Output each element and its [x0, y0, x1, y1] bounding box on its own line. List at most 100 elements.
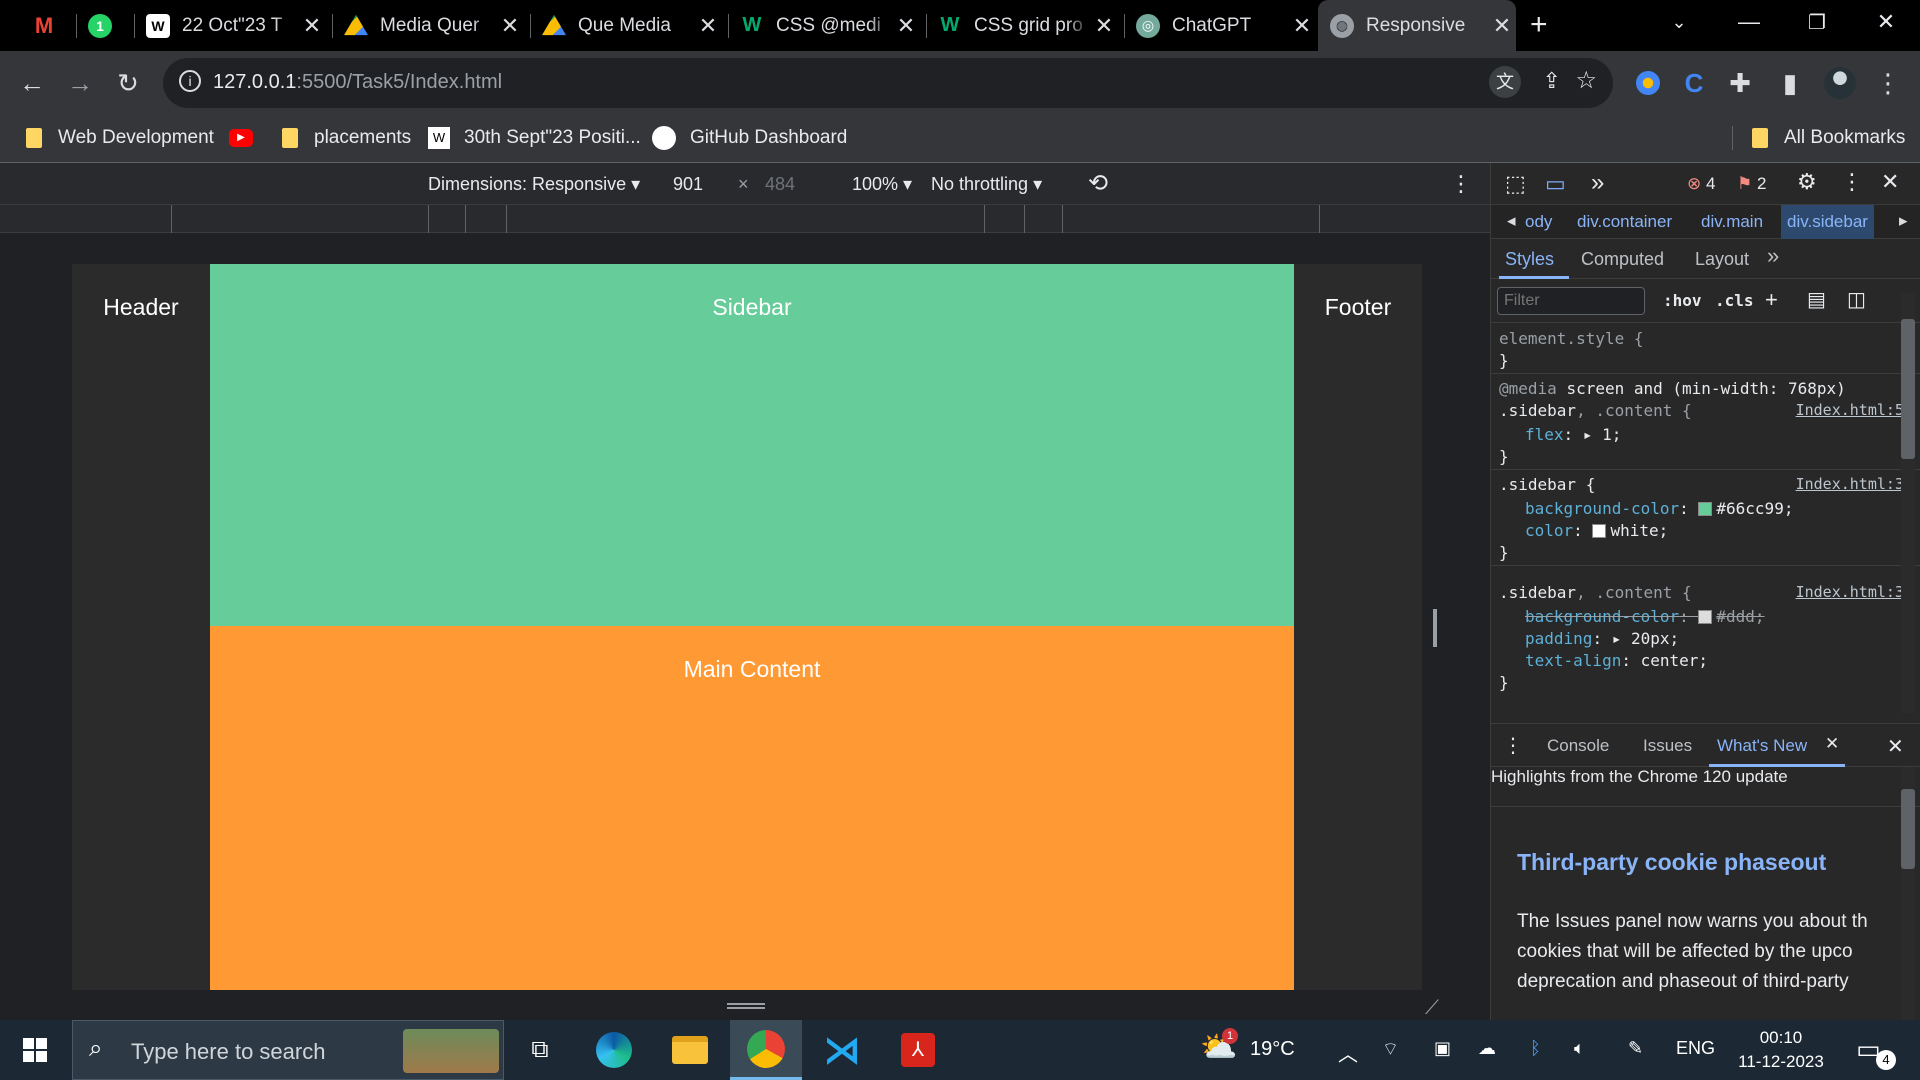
onedrive-icon[interactable]: ☁: [1478, 1038, 1496, 1059]
start-button[interactable]: [0, 1020, 70, 1080]
extension-icon[interactable]: [1626, 61, 1670, 105]
close-devtools-icon[interactable]: ✕: [1881, 169, 1899, 195]
restore-button[interactable]: ❐: [1783, 0, 1851, 44]
css-declaration[interactable]: padding: ▸ 20px;: [1525, 629, 1679, 648]
forward-arrow-icon[interactable]: →: [58, 61, 102, 105]
volume-icon[interactable]: 🔈︎: [1574, 1038, 1585, 1059]
bookmark-github[interactable]: GitHub Dashboard: [652, 124, 847, 152]
new-rule-icon[interactable]: +: [1765, 287, 1778, 313]
drawer-menu-icon[interactable]: ⋮: [1503, 733, 1523, 758]
tab-que-media[interactable]: Que Media ✕: [530, 0, 722, 51]
chevron-up-icon[interactable]: ︿: [1338, 1038, 1358, 1067]
network-icon[interactable]: ⌔: [1382, 1038, 1399, 1061]
info-icon[interactable]: i: [179, 70, 201, 92]
zoom-select[interactable]: 100% ▾: [852, 174, 912, 195]
tab-computed[interactable]: Computed: [1581, 249, 1664, 270]
chrome-icon[interactable]: [730, 1020, 802, 1080]
resize-handle-bottom[interactable]: [727, 1003, 765, 1009]
tab-styles[interactable]: Styles: [1505, 249, 1554, 270]
close-tab-icon[interactable]: ✕: [892, 13, 920, 39]
close-tab-icon[interactable]: ✕: [1090, 13, 1118, 39]
source-link[interactable]: Index.html:53: [1796, 401, 1913, 419]
url-text[interactable]: 127.0.0.1:5500/Task5/Index.html: [213, 71, 502, 94]
tab-css-media[interactable]: W CSS @medi ✕: [728, 0, 920, 51]
minimize-button[interactable]: —: [1715, 0, 1783, 44]
breadcrumb-item-active[interactable]: div.sidebar: [1781, 205, 1874, 239]
task-view-icon[interactable]: ⧉: [504, 1020, 576, 1080]
close-tab-icon[interactable]: ✕: [1488, 13, 1516, 39]
acrobat-icon[interactable]: ⅄: [882, 1020, 954, 1080]
close-window-button[interactable]: ✕: [1852, 0, 1920, 44]
css-declaration[interactable]: flex: ▸ 1;: [1525, 425, 1621, 444]
bookmark-web-development[interactable]: Web Development: [26, 124, 214, 152]
vscode-icon[interactable]: ⋊: [806, 1020, 878, 1080]
cls-toggle[interactable]: .cls: [1715, 291, 1754, 310]
paint-icon[interactable]: ▤: [1807, 287, 1826, 312]
device-options-icon[interactable]: ⋮: [1450, 171, 1472, 197]
resize-corner-icon[interactable]: ⟋: [1425, 997, 1439, 1020]
breadcrumb-item[interactable]: div.main: [1701, 212, 1763, 232]
back-arrow-icon[interactable]: ←: [10, 61, 54, 105]
tab-media-queries[interactable]: Media Quer ✕: [332, 0, 524, 51]
styles-pane-lower[interactable]: .sidebar, .content { Index.html:33 backg…: [1491, 583, 1920, 713]
source-link[interactable]: Index.html:38: [1796, 475, 1913, 493]
tab-oct-post[interactable]: W 22 Oct"23 T ✕: [134, 0, 326, 51]
tab-css-grid[interactable]: W CSS grid pro ✕: [926, 0, 1118, 51]
breadcrumb-item[interactable]: div.container: [1577, 212, 1672, 232]
pen-icon[interactable]: ✎: [1628, 1038, 1643, 1059]
all-bookmarks[interactable]: All Bookmarks: [1752, 124, 1905, 152]
menu-kebab-icon[interactable]: ⋮: [1866, 61, 1910, 105]
side-panel-icon[interactable]: ▮: [1768, 61, 1812, 105]
inspect-icon[interactable]: ⬚: [1505, 171, 1526, 197]
css-declaration[interactable]: background-color: #66cc99;: [1525, 499, 1793, 518]
css-declaration-overridden[interactable]: background-color: #ddd;: [1525, 607, 1765, 626]
breadcrumb-left-icon[interactable]: ◂: [1507, 211, 1516, 231]
hov-toggle[interactable]: :hov: [1663, 291, 1702, 310]
toggle-sidebar-icon[interactable]: ◫: [1847, 287, 1866, 312]
close-tab-icon[interactable]: ✕: [694, 13, 722, 39]
width-input[interactable]: 901: [673, 174, 703, 195]
taskbar-search-box[interactable]: ⌕ Type here to search: [72, 1020, 504, 1080]
source-link[interactable]: Index.html:33: [1796, 583, 1913, 601]
resize-handle-right[interactable]: [1433, 609, 1437, 647]
more-tabs-icon[interactable]: »: [1767, 243, 1779, 269]
media-query-ruler[interactable]: [0, 205, 1490, 233]
height-input[interactable]: 484: [765, 174, 795, 195]
tab-search-icon[interactable]: ⌄: [1645, 0, 1713, 44]
css-declaration[interactable]: color: white;: [1525, 521, 1668, 540]
devtools-menu-icon[interactable]: ⋮: [1841, 169, 1863, 195]
styles-pane[interactable]: element.style { } @media screen and (min…: [1491, 323, 1920, 583]
bookmark-placements[interactable]: placements: [282, 124, 411, 152]
language-indicator[interactable]: ENG: [1676, 1038, 1715, 1059]
whats-new-heading[interactable]: Third-party cookie phaseout: [1517, 849, 1826, 876]
styles-filter-input[interactable]: [1497, 287, 1645, 315]
translate-icon[interactable]: 文: [1489, 66, 1521, 98]
issue-counter[interactable]: ⚑ 2: [1737, 174, 1766, 194]
tab-issues[interactable]: Issues: [1643, 736, 1692, 756]
settings-gear-icon[interactable]: ⚙: [1797, 169, 1817, 195]
close-drawer-icon[interactable]: ✕: [1887, 734, 1904, 759]
share-icon[interactable]: ⇪: [1543, 68, 1561, 94]
close-tab-icon[interactable]: ✕: [496, 13, 524, 39]
rotate-icon[interactable]: ⟲: [1088, 169, 1108, 198]
throttling-select[interactable]: No throttling ▾: [931, 174, 1042, 195]
tab-chatgpt[interactable]: ◎ ChatGPT ✕: [1124, 0, 1316, 51]
more-tabs-icon[interactable]: »: [1591, 169, 1604, 197]
close-tab-icon[interactable]: ✕: [1825, 734, 1839, 754]
close-tab-icon[interactable]: ✕: [298, 13, 326, 39]
dimensions-select[interactable]: Dimensions: Responsive ▾: [428, 174, 640, 195]
tab-layout[interactable]: Layout: [1695, 249, 1749, 270]
bookmark-star-icon[interactable]: ☆: [1575, 66, 1597, 95]
tab-console[interactable]: Console: [1547, 736, 1609, 756]
avatar[interactable]: [1818, 61, 1862, 105]
tab-responsive[interactable]: ◍ Responsive ✕: [1318, 0, 1516, 51]
drawer-scrollbar[interactable]: [1901, 767, 1915, 1020]
bluetooth-icon[interactable]: ᛒ: [1530, 1038, 1541, 1059]
edge-icon[interactable]: [578, 1020, 650, 1080]
file-explorer-icon[interactable]: [654, 1020, 726, 1080]
clock[interactable]: 00:10 11-12-2023: [1736, 1026, 1826, 1074]
device-toggle-icon[interactable]: ▭: [1545, 171, 1566, 197]
youtube-bookmark[interactable]: ▶: [229, 124, 253, 152]
meet-icon[interactable]: ▣: [1434, 1038, 1451, 1059]
puzzle-icon[interactable]: ✚: [1718, 61, 1762, 105]
